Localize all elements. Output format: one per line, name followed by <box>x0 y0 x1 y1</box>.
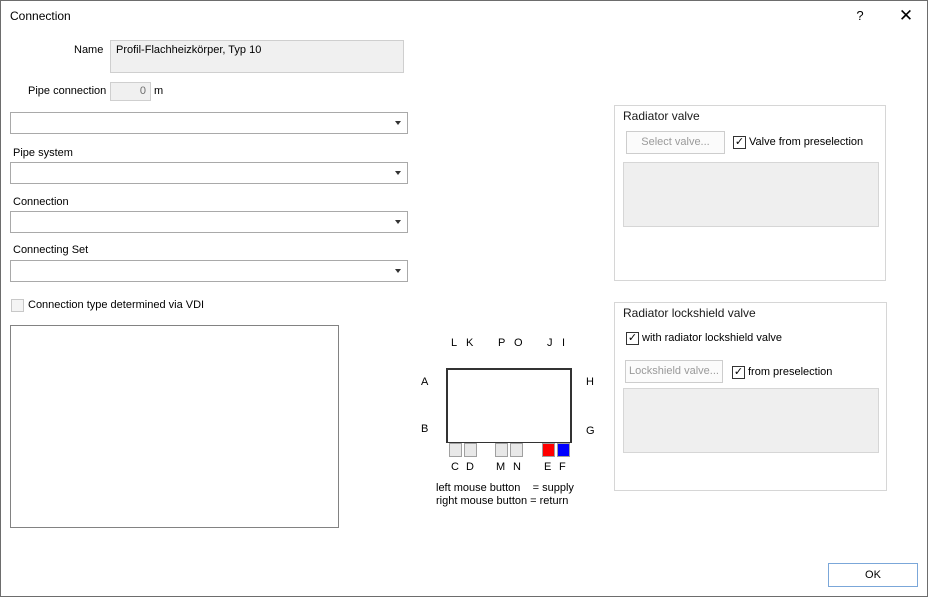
port-label-d: D <box>466 461 474 473</box>
port-label-n: N <box>513 461 521 473</box>
lockshield-valve-button[interactable]: Lockshield valve... <box>625 360 723 383</box>
port-c[interactable] <box>449 443 462 457</box>
valve-preselection-checkbox[interactable]: ✓ <box>733 136 746 149</box>
port-label-a: A <box>421 376 429 388</box>
port-label-e: E <box>544 461 552 473</box>
port-label-c: C <box>451 461 459 473</box>
name-label: Name <box>74 44 104 56</box>
lockshield-valve-title: Radiator lockshield valve <box>623 306 756 320</box>
port-label-m: M <box>496 461 506 473</box>
vdi-checkbox[interactable] <box>11 299 24 312</box>
check-icon: ✓ <box>733 366 744 378</box>
valve-preselection-label: Valve from preselection <box>749 136 864 148</box>
lockshield-valve-group: Radiator lockshield valve ✓ with radiato… <box>614 302 887 491</box>
with-lockshield-label: with radiator lockshield valve <box>642 332 783 344</box>
radiator-valve-group: Radiator valve Select valve... ✓ Valve f… <box>614 105 886 281</box>
chevron-down-icon <box>395 269 401 273</box>
radiator-valve-title: Radiator valve <box>623 109 700 123</box>
select-valve-button[interactable]: Select valve... <box>626 131 725 154</box>
connection-label: Connection <box>13 196 69 208</box>
connection-list[interactable] <box>10 325 339 528</box>
radiator-valve-info <box>623 162 879 227</box>
dialog-title: Connection <box>10 9 71 23</box>
pipe-system-label: Pipe system <box>13 147 73 159</box>
chevron-down-icon <box>395 220 401 224</box>
chevron-down-icon <box>395 171 401 175</box>
port-label-i: I <box>562 337 566 349</box>
port-label-h: H <box>586 376 594 388</box>
port-label-o: O <box>514 337 523 349</box>
connection-type-select[interactable] <box>10 112 408 134</box>
connection-dialog: Connection ? ✕ Name Profil-Flachheizkörp… <box>0 0 928 597</box>
connection-select[interactable] <box>10 211 408 233</box>
pipe-connection-input[interactable]: 0 <box>110 82 151 101</box>
port-n[interactable] <box>510 443 523 457</box>
ok-button[interactable]: OK <box>828 563 918 587</box>
radiator-shape[interactable] <box>446 368 572 443</box>
lockshield-preselection-label: from preselection <box>748 366 833 378</box>
pipe-system-select[interactable] <box>10 162 408 184</box>
vdi-checkbox-label: Connection type determined via VDI <box>28 299 205 311</box>
port-label-k: K <box>466 337 474 349</box>
port-label-f: F <box>559 461 566 473</box>
legend-supply: left mouse button = supply <box>436 482 574 494</box>
port-label-l: L <box>451 337 458 349</box>
connecting-set-label: Connecting Set <box>13 244 89 256</box>
port-label-g: G <box>586 425 595 437</box>
port-d[interactable] <box>464 443 477 457</box>
port-label-b: B <box>421 423 429 435</box>
pipe-connection-label: Pipe connection <box>28 85 107 97</box>
chevron-down-icon <box>395 121 401 125</box>
legend-return: right mouse button = return <box>436 495 569 507</box>
help-button[interactable]: ? <box>850 5 870 27</box>
check-icon: ✓ <box>627 332 638 344</box>
port-label-j: J <box>547 337 553 349</box>
port-label-p: P <box>498 337 506 349</box>
port-f-return[interactable] <box>557 443 570 457</box>
connecting-set-select[interactable] <box>10 260 408 282</box>
check-icon: ✓ <box>734 136 745 148</box>
close-icon[interactable]: ✕ <box>893 5 919 27</box>
port-m[interactable] <box>495 443 508 457</box>
pipe-connection-unit: m <box>154 85 164 97</box>
with-lockshield-checkbox[interactable]: ✓ <box>626 332 639 345</box>
lockshield-valve-info <box>623 388 879 453</box>
lockshield-preselection-checkbox[interactable]: ✓ <box>732 366 745 379</box>
name-field[interactable]: Profil-Flachheizkörper, Typ 10 <box>110 40 404 73</box>
port-e-supply[interactable] <box>542 443 555 457</box>
